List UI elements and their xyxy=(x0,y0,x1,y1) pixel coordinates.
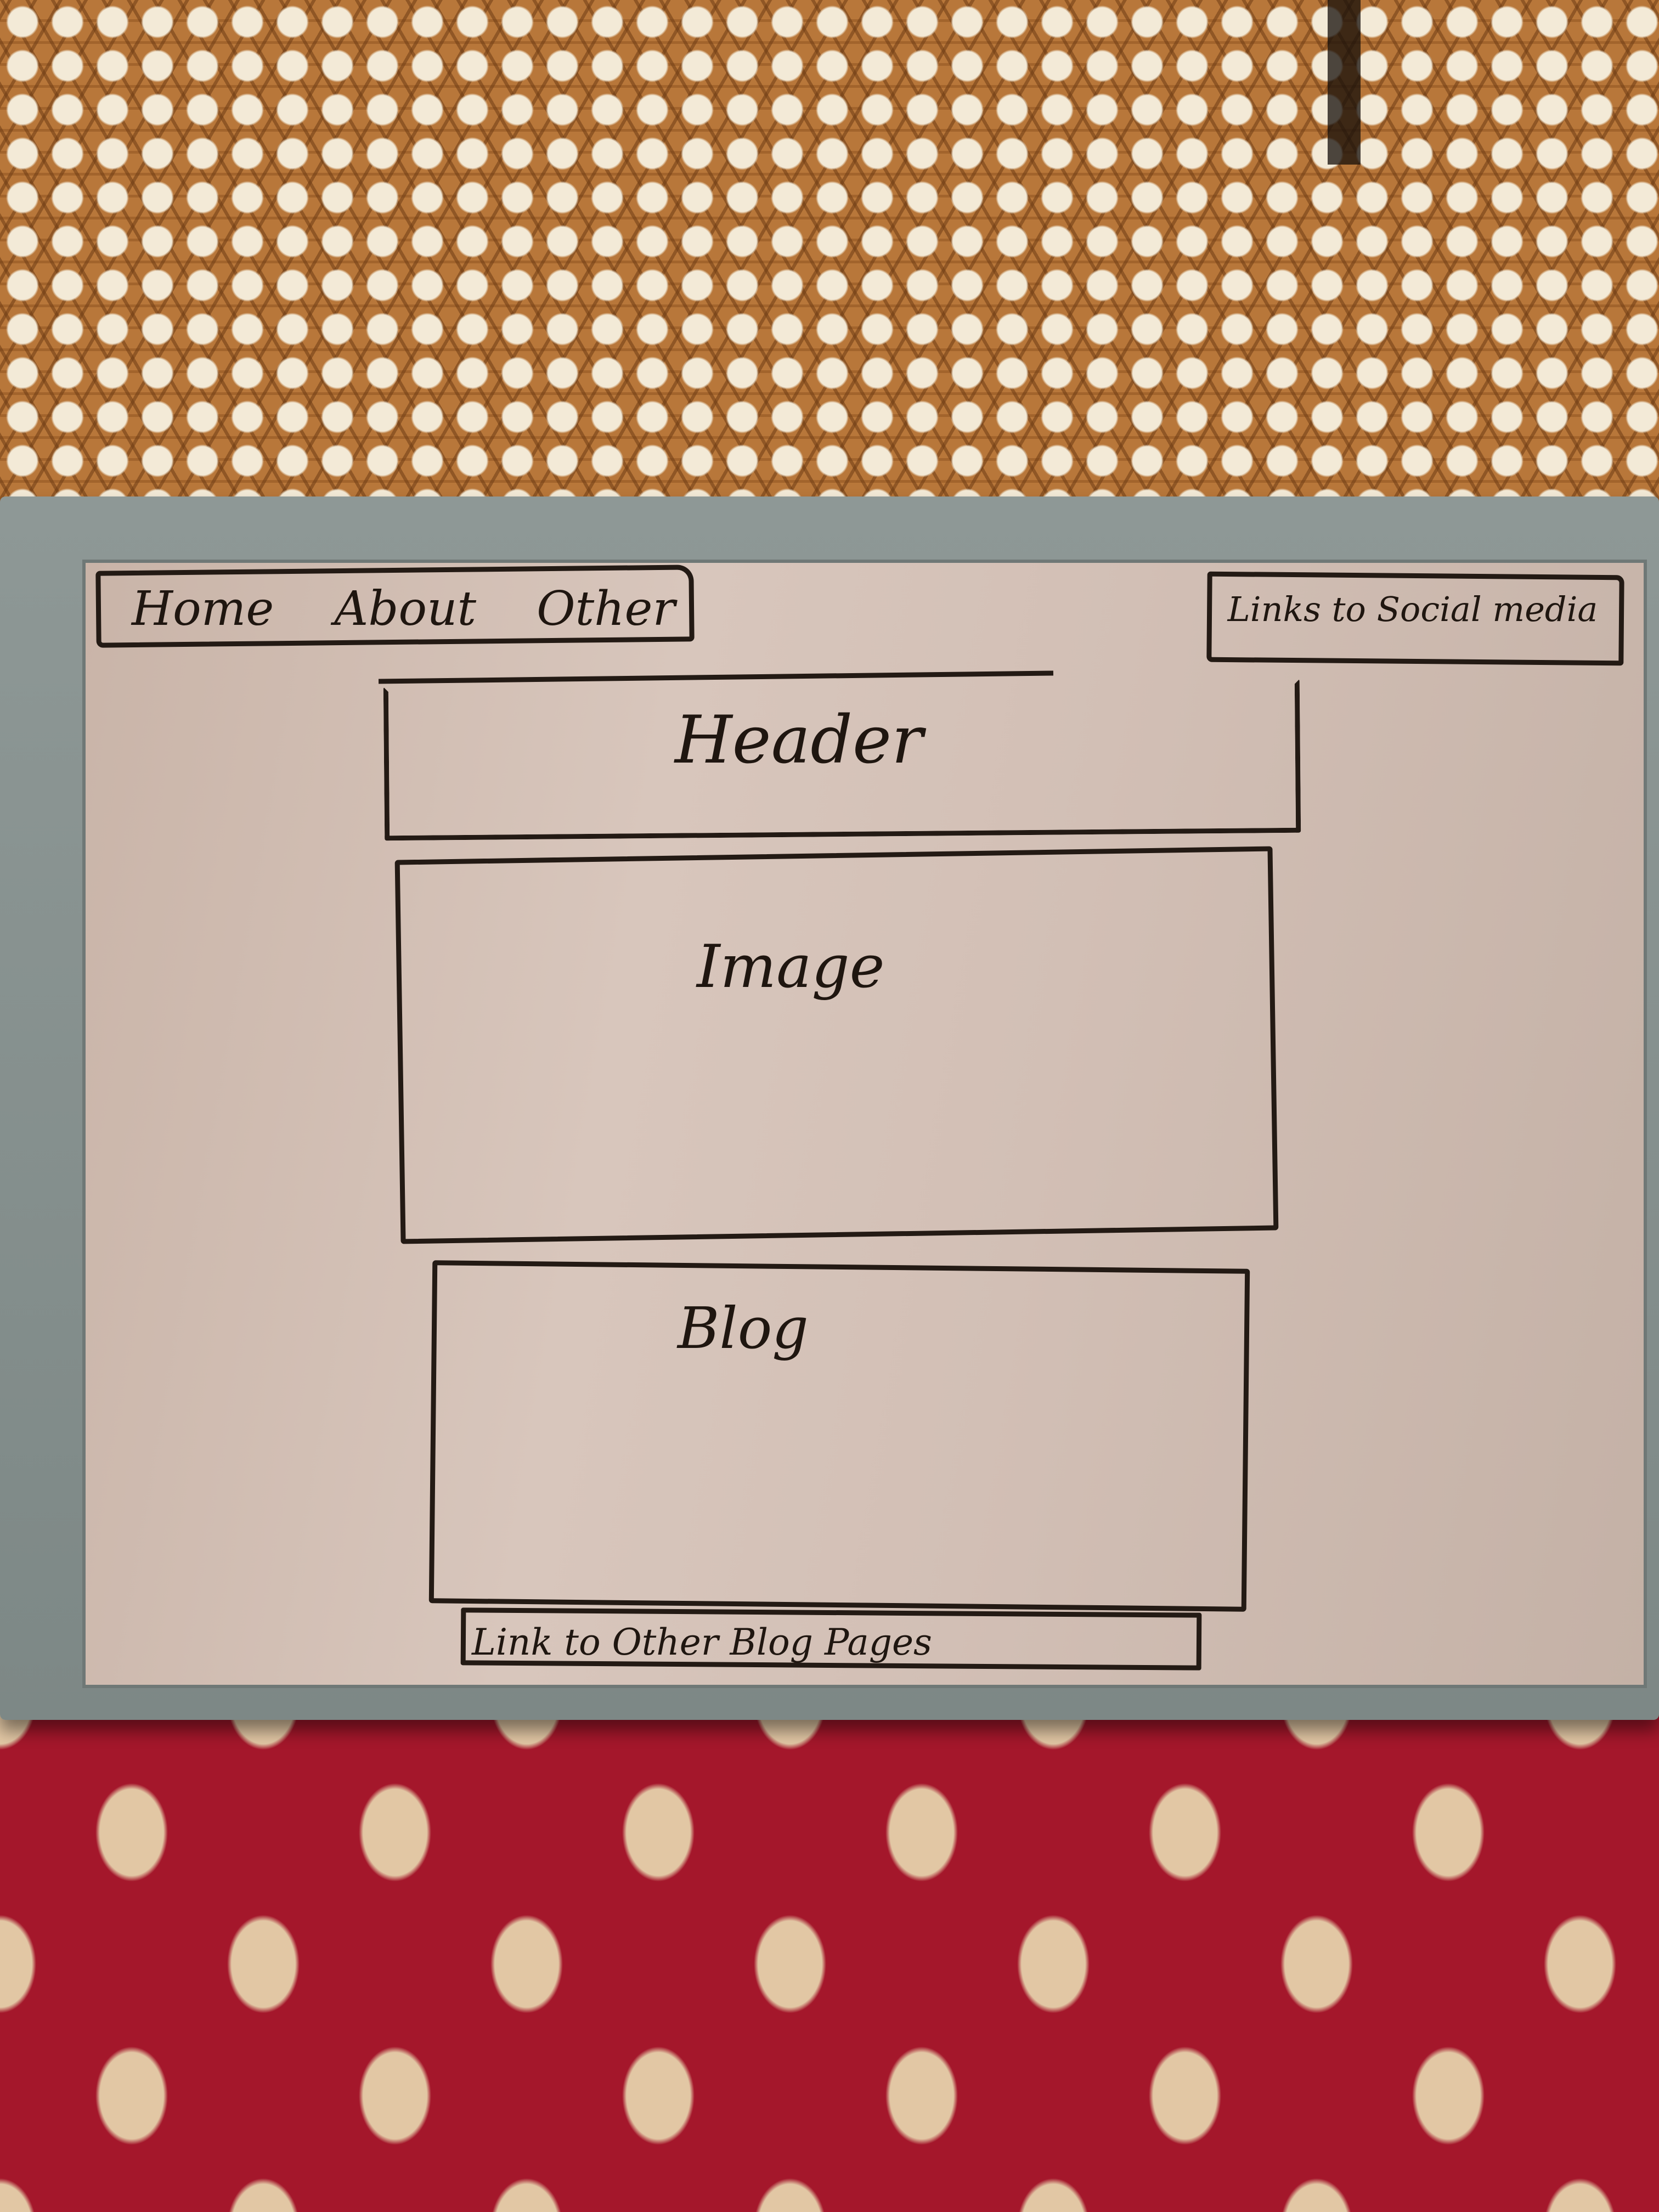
cane-chair-back xyxy=(0,0,1659,527)
nav-other-label: Other xyxy=(537,582,675,636)
blog-sketch-box xyxy=(428,1260,1250,1612)
shadow xyxy=(1328,0,1361,165)
red-patterned-seat xyxy=(0,1690,1659,2212)
nav-home-label: Home xyxy=(132,582,274,636)
social-links-label: Links to Social media xyxy=(1227,589,1598,629)
image-label: Image xyxy=(697,933,885,1001)
nav-about-label: About xyxy=(334,582,477,636)
header-label: Header xyxy=(675,702,923,778)
image-sketch-box xyxy=(394,846,1279,1244)
nav-sketch-items: Home About Other xyxy=(132,582,680,636)
blog-label: Blog xyxy=(678,1295,809,1362)
blog-pages-label: Link to Other Blog Pages xyxy=(472,1621,932,1663)
